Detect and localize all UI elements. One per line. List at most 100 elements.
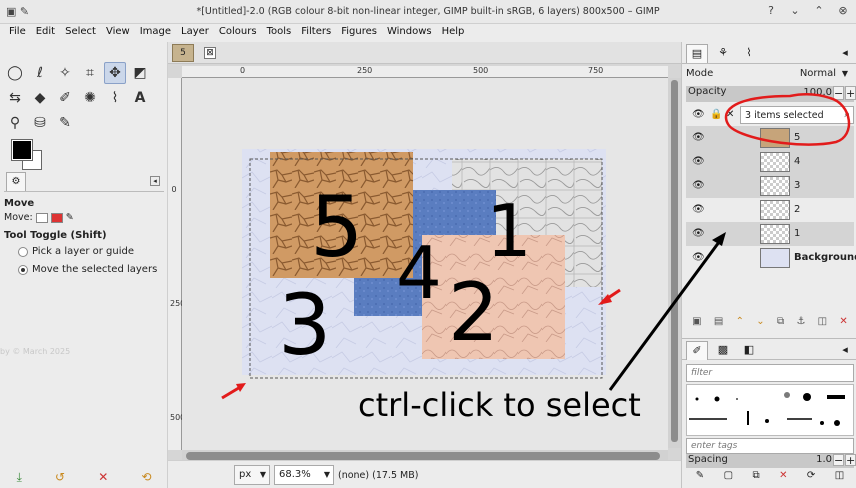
unit-select[interactable]: px ▼	[234, 465, 270, 485]
move-tool-icon[interactable]: ✥	[104, 62, 126, 84]
spacing-slider[interactable]: Spacing 1.0 − +	[686, 454, 856, 468]
vertical-scrollbar[interactable]	[668, 78, 681, 448]
move-selected-radio[interactable]: Move the selected layers	[18, 264, 157, 275]
move-selection-mode-icon[interactable]	[50, 212, 63, 223]
close-icon[interactable]: ⊗	[836, 4, 850, 17]
warp-icon[interactable]: ◆	[29, 87, 51, 109]
help-icon[interactable]: ?	[764, 4, 778, 17]
menu-file[interactable]: File	[4, 24, 31, 42]
channels-tab-icon[interactable]: ⚘	[712, 44, 734, 63]
spacing-plus-button[interactable]: +	[845, 454, 856, 466]
spacing-minus-button[interactable]: −	[833, 454, 844, 466]
duplicate-brush-icon[interactable]: ⧉	[752, 470, 759, 486]
vertical-scroll-thumb[interactable]	[671, 80, 678, 442]
pick-layer-radio[interactable]: Pick a layer or guide	[18, 246, 134, 257]
new-brush-icon[interactable]: ▢	[724, 470, 733, 486]
smudge-icon[interactable]: ✎	[54, 112, 76, 134]
crop-icon[interactable]: ⌗	[79, 62, 101, 84]
lock-icon[interactable]: 🔒	[710, 109, 722, 120]
duplicate-layer-icon[interactable]: ⧉	[777, 316, 784, 334]
fg-bg-color-selector[interactable]	[11, 139, 44, 172]
move-layer-mode-icon[interactable]	[35, 212, 48, 223]
mask-icon[interactable]: ◫	[818, 316, 827, 334]
dock-menu-icon[interactable]: ◂	[834, 341, 856, 360]
unified-transform-icon[interactable]: ⇆	[4, 87, 26, 109]
maximize-icon[interactable]: ⌃	[812, 4, 826, 17]
ellipse-select-icon[interactable]: ◯	[4, 62, 26, 84]
layer-row-2[interactable]: 👁 2	[686, 198, 854, 222]
opacity-slider[interactable]: Opacity 100.0 − +	[686, 86, 856, 102]
layer-search-field[interactable]: 3 items selected ⌕	[740, 106, 854, 124]
brush-tags-input[interactable]: enter tags	[686, 438, 854, 454]
menu-layer[interactable]: Layer	[176, 24, 214, 42]
menu-image[interactable]: Image	[135, 24, 176, 42]
patterns-tab-icon[interactable]: ▩	[712, 341, 734, 360]
horizontal-scroll-thumb[interactable]	[186, 452, 660, 460]
delete-brush-icon[interactable]: ✕	[779, 470, 787, 486]
align-icon[interactable]: ◩	[129, 62, 151, 84]
canvas-view[interactable]: 5 4 1 3 2	[182, 78, 668, 450]
menu-view[interactable]: View	[101, 24, 135, 42]
eye-icon[interactable]: 👁	[692, 204, 705, 215]
tab-menu-icon[interactable]: ◂	[150, 176, 160, 186]
restore-options-icon[interactable]: ↺	[55, 470, 65, 484]
eye-icon[interactable]: 👁	[692, 180, 705, 191]
fuzzy-select-icon[interactable]: ✧	[54, 62, 76, 84]
radio-dot[interactable]	[18, 246, 28, 257]
dock-menu-icon[interactable]: ◂	[834, 44, 856, 63]
mode-row[interactable]: Mode Normal ▼	[686, 68, 854, 84]
heal-icon[interactable]: ✺	[79, 87, 101, 109]
raise-layer-icon[interactable]: ⌃	[736, 316, 744, 334]
paintbrush-icon[interactable]: ✐	[54, 87, 76, 109]
zoom-select[interactable]: 68.3% ▼	[274, 465, 334, 485]
eye-icon[interactable]: 👁	[692, 252, 705, 263]
save-options-icon[interactable]: ⤓	[17, 470, 22, 485]
layer-row-background[interactable]: 👁 Background	[686, 246, 856, 270]
color-picker-icon[interactable]: ⚲	[4, 112, 26, 134]
brushes-tab-icon[interactable]: ✐	[686, 341, 708, 360]
layer-row-1[interactable]: 👁 1	[686, 222, 854, 246]
foreground-color-swatch[interactable]	[11, 139, 33, 161]
menu-windows[interactable]: Windows	[382, 24, 437, 42]
anchor-icon[interactable]: ⚓	[796, 316, 805, 334]
delete-layer-icon[interactable]: ✕	[839, 316, 847, 334]
lower-layer-icon[interactable]: ⌄	[756, 316, 764, 334]
new-layer-icon[interactable]: ▣	[692, 316, 701, 334]
reset-options-icon[interactable]: ⟲	[141, 470, 151, 484]
brush-grid[interactable]	[686, 384, 854, 436]
eye-icon[interactable]: 👁	[692, 228, 705, 239]
vertical-ruler[interactable]: 0 250 500	[168, 78, 185, 450]
bucket-fill-icon[interactable]: ⛁	[29, 112, 51, 134]
image-tab-thumbnail[interactable]: 5	[172, 44, 194, 62]
layer-row-4[interactable]: 👁 4	[686, 150, 854, 174]
chain-icon[interactable]: ✕	[726, 109, 734, 120]
radio-dot-selected[interactable]	[18, 264, 28, 275]
menu-figures[interactable]: Figures	[336, 24, 382, 42]
opacity-plus-button[interactable]: +	[845, 86, 856, 100]
menu-filters[interactable]: Filters	[296, 24, 336, 42]
paths-icon[interactable]: ⌇	[104, 87, 126, 109]
menu-edit[interactable]: Edit	[31, 24, 60, 42]
opacity-minus-button[interactable]: −	[833, 86, 844, 100]
gradients-tab-icon[interactable]: ◧	[738, 341, 760, 360]
eye-icon[interactable]: 👁	[692, 132, 705, 143]
layer-row-3[interactable]: 👁 3	[686, 174, 854, 198]
new-group-icon[interactable]: ▤	[714, 316, 723, 334]
paths-tab-icon[interactable]: ⌇	[738, 44, 760, 63]
move-path-mode-icon[interactable]: ✎	[66, 212, 74, 223]
text-tool-icon[interactable]: A	[129, 87, 151, 109]
edit-brush-icon[interactable]: ✎	[696, 470, 704, 486]
menu-help[interactable]: Help	[437, 24, 470, 42]
layer-row-5[interactable]: 👁 5	[686, 126, 854, 150]
menu-tools[interactable]: Tools	[262, 24, 297, 42]
eye-icon[interactable]: 👁	[692, 156, 705, 167]
eye-icon[interactable]: 👁	[692, 109, 705, 120]
tool-options-tab-icon[interactable]: ⚙	[6, 172, 26, 191]
menu-colours[interactable]: Colours	[214, 24, 262, 42]
horizontal-ruler[interactable]: 0 250 500 750	[182, 66, 668, 78]
close-image-icon[interactable]: ⊠	[204, 47, 216, 59]
minimize-icon[interactable]: ⌄	[788, 4, 802, 17]
refresh-brush-icon[interactable]: ⟳	[807, 470, 815, 486]
delete-options-icon[interactable]: ✕	[98, 470, 108, 484]
brush-filter-input[interactable]: filter	[686, 364, 854, 382]
